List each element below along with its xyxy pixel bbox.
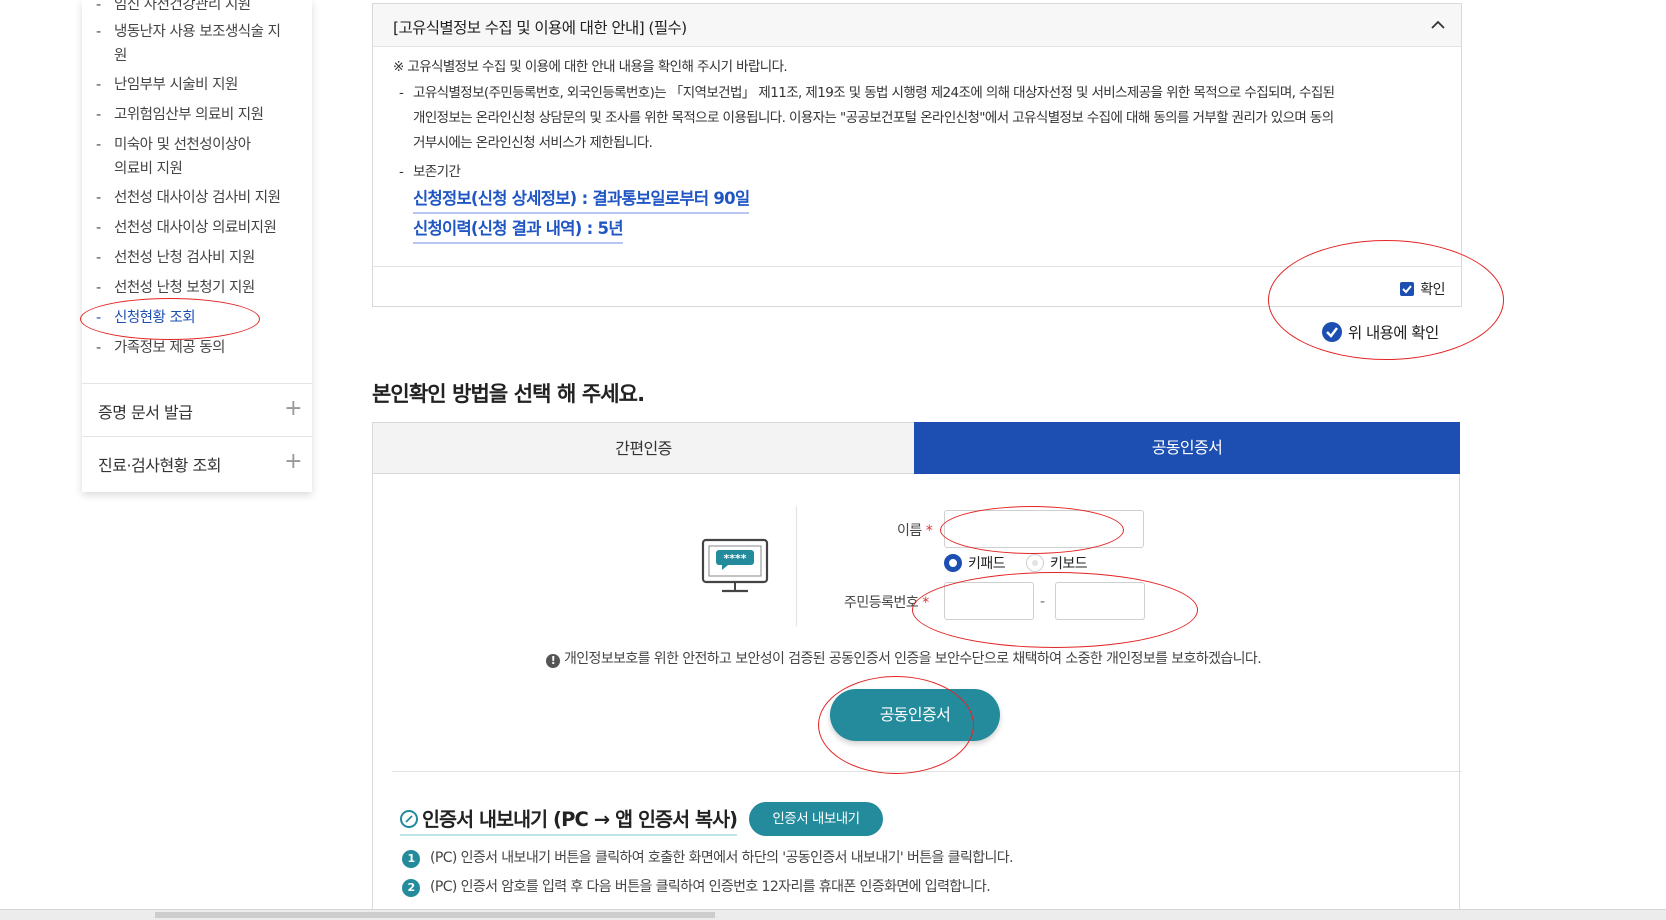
sidebar-item-premature[interactable]: - 미숙아 및 선천성이상아 의료비 지원	[96, 133, 264, 181]
export-section-title: 인증서 내보내기 (PC → 앱 인증서 복사)	[400, 803, 738, 836]
sidebar-item-hearing-aid[interactable]: - 선천성 난청 보청기 지원	[96, 276, 304, 300]
auth-method-title: 본인확인 방법을 선택 해 주세요.	[372, 382, 645, 406]
horizontal-divider	[392, 771, 1462, 772]
sidebar-item-preconception[interactable]: - 임신 사전건강관리 지원	[96, 0, 304, 17]
vertical-divider	[796, 506, 797, 626]
pen-circle-icon	[400, 810, 418, 828]
agree-confirmed-status[interactable]: 위 내용에 확인	[1322, 321, 1439, 343]
radio-keyboard[interactable]: 키보드	[1026, 553, 1088, 573]
svg-text:****: ****	[723, 552, 746, 565]
tab-joint-certificate[interactable]: 공동인증서	[914, 422, 1460, 474]
sidebar-item-family-consent[interactable]: - 가족정보 제공 동의	[96, 336, 304, 360]
horizontal-scrollbar[interactable]	[0, 909, 1666, 920]
plus-icon: +	[284, 449, 302, 474]
radio-selected-icon	[944, 554, 962, 572]
consent-intro: ※ 고유식별정보 수집 및 이용에 대한 안내 내용을 확인해 주시기 바랍니다…	[393, 59, 788, 75]
consent-text-line: 거부시에는 온라인신청 서비스가 제한됩니다.	[413, 135, 653, 151]
sidebar-item-hearing-test[interactable]: - 선천성 난청 검사비 지원	[96, 246, 304, 270]
sidebar-item-application-status[interactable]: - 신청현황 조회	[96, 306, 304, 330]
step-item: 2 (PC) 인증서 암호를 입력 후 다음 버튼을 클릭하여 인증번호 12자리…	[402, 876, 991, 897]
tab-simple-auth[interactable]: 간편인증	[372, 422, 914, 474]
sidebar-item-frozen-egg[interactable]: - 냉동난자 사용 보조생식술 지원	[96, 20, 284, 68]
retention-heading: 보존기간	[413, 164, 461, 180]
sidebar-item-metabolic-medical[interactable]: - 선천성 대사이상 의료비지원	[96, 216, 304, 240]
retention-item: 신청이력(신청 결과 내역) : 5년	[413, 217, 624, 244]
radio-unselected-icon	[1026, 554, 1044, 572]
confirm-checkbox[interactable]: 확인	[1400, 279, 1445, 299]
consent-footer: 확인	[373, 266, 1461, 307]
sidebar-menu: - 임신 사전건강관리 지원 - 냉동난자 사용 보조생식술 지원 - 난임부부 시술…	[82, 0, 312, 492]
retention-item: 신청정보(신청 상세정보) : 결과통보일로부터 90일	[413, 187, 750, 214]
consent-title: [고유식별정보 수집 및 이용에 대한 안내] (필수)	[393, 19, 687, 37]
name-label: 이름 *	[897, 523, 933, 539]
radio-keypad[interactable]: 키패드	[944, 553, 1006, 573]
consent-panel: [고유식별정보 수집 및 이용에 대한 안내] (필수) ※ 고유식별정보 수집…	[372, 3, 1462, 307]
bullet-dash: -	[399, 85, 404, 101]
joint-certificate-button[interactable]: 공동인증서	[830, 689, 1000, 741]
exclamation-icon: !	[546, 654, 560, 668]
chevron-up-icon[interactable]	[1431, 18, 1445, 32]
check-circle-icon	[1322, 322, 1342, 342]
consent-text-line: 고유식별정보(주민등록번호, 외국인등록번호)는 「지역보건법」 제11조, 제…	[413, 85, 1335, 101]
sidebar-item-high-risk[interactable]: - 고위험임산부 의료비 지원	[96, 103, 304, 127]
security-notice: ! 개인정보보호를 위한 안전하고 보안성이 검증된 공동인증서 인증을 보안수단…	[546, 648, 1262, 668]
monitor-password-icon: ****	[701, 538, 769, 593]
name-input[interactable]	[944, 510, 1144, 548]
sidebar-section-documents[interactable]: 증명 문서 발급 +	[82, 383, 312, 436]
rrn-back-input[interactable]	[1055, 582, 1145, 620]
rrn-separator: -	[1040, 594, 1046, 610]
rrn-front-input[interactable]	[944, 582, 1034, 620]
consent-text-line: 개인정보는 온라인신청 상담문의 및 조사를 위한 목적으로 이용됩니다. 이용…	[413, 110, 1334, 126]
sidebar-item-metabolic-test[interactable]: - 선천성 대사이상 검사비 지원	[96, 186, 304, 210]
bullet-dash: -	[399, 164, 404, 180]
sidebar-section-treatment[interactable]: 진료·검사현황 조회 +	[82, 436, 312, 489]
step-item: 1 (PC) 인증서 내보내기 버튼을 클릭하여 호출한 화면에서 하단의 '공동…	[402, 847, 1014, 868]
export-certificate-button[interactable]: 인증서 내보내기	[749, 802, 883, 836]
scrollbar-thumb[interactable]	[155, 912, 715, 918]
consent-header[interactable]: [고유식별정보 수집 및 이용에 대한 안내] (필수)	[373, 4, 1461, 47]
consent-body: ※ 고유식별정보 수집 및 이용에 대한 안내 내용을 확인해 주시기 바랍니다…	[373, 46, 1461, 266]
sidebar-item-infertility[interactable]: - 난임부부 시술비 지원	[96, 73, 304, 97]
plus-icon: +	[284, 396, 302, 421]
rrn-label: 주민등록번호 *	[844, 595, 929, 611]
checkbox-checked-icon	[1400, 282, 1415, 296]
